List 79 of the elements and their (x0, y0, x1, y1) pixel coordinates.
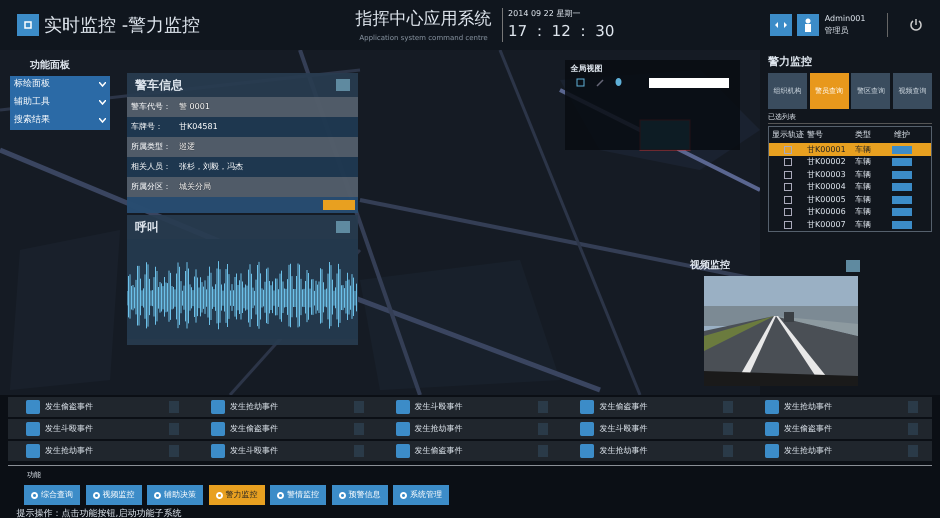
event-text: 发生斗殴事件 (414, 401, 463, 413)
clock-text: 17 ： 12 ： 30 (508, 20, 614, 42)
alert-icon (765, 400, 780, 414)
event-text: 发生抢劫事件 (784, 401, 832, 413)
event-text: 发生抢劫事件 (45, 445, 93, 457)
event-item[interactable]: 发生抢劫事件 (8, 441, 193, 461)
alert-icon (396, 422, 410, 436)
event-item[interactable]: 发生抢劫事件 (192, 397, 378, 417)
detail-icon[interactable] (908, 445, 918, 457)
function-button[interactable]: 综合查询 (24, 485, 80, 506)
event-text: 发生偷盗事件 (414, 445, 463, 457)
detail-icon[interactable] (723, 401, 734, 413)
event-text: 发生斗殴事件 (599, 423, 648, 435)
alert-icon (396, 444, 410, 458)
detail-icon[interactable] (354, 401, 364, 413)
alert-icon (26, 400, 40, 414)
user-role: 管理员 (824, 25, 850, 37)
function-button[interactable]: 视频监控 (86, 485, 142, 506)
detail-icon[interactable] (538, 401, 548, 413)
event-item[interactable]: 发生偷盗事件 (747, 419, 932, 439)
event-item[interactable]: 发生抢劫事件 (562, 441, 748, 461)
event-item[interactable]: 发生斗殴事件 (378, 397, 562, 417)
alert-icon (580, 444, 594, 458)
fullscreen-button[interactable] (770, 14, 792, 36)
detail-icon[interactable] (168, 401, 179, 413)
alert-icon (765, 422, 780, 436)
alert-icon (765, 444, 780, 458)
detail-icon[interactable] (354, 423, 364, 435)
alert-icon (580, 422, 594, 436)
event-item[interactable]: 发生斗殴事件 (192, 441, 378, 461)
user-icon (797, 14, 820, 36)
function-button[interactable]: 警情监控 (270, 485, 326, 506)
alert-icon (210, 400, 225, 414)
event-text: 发生抢劫事件 (784, 445, 832, 457)
detail-icon[interactable] (538, 445, 548, 457)
alert-icon (210, 444, 225, 458)
alert-icon (26, 422, 40, 436)
event-text: 发生斗殴事件 (45, 423, 93, 435)
user-name: Admin001 (824, 13, 866, 25)
function-button[interactable]: 预警信息 (332, 485, 388, 506)
function-button[interactable]: 系统管理 (393, 485, 449, 506)
event-text: 发生偷盗事件 (784, 423, 832, 435)
event-text: 发生抢劫事件 (414, 423, 463, 435)
hint-text: 提示操作：点击功能按钮,启动功能子系统 (16, 508, 182, 518)
detail-icon[interactable] (538, 423, 548, 435)
arrows-icon (774, 22, 787, 28)
event-item[interactable]: 发生斗殴事件 (562, 419, 748, 439)
event-item[interactable]: 发生抢劫事件 (747, 397, 932, 417)
event-text: 发生斗殴事件 (230, 445, 278, 457)
event-text: 发生偷盗事件 (599, 401, 648, 413)
function-button[interactable]: 警力监控 (208, 485, 264, 506)
alert-icon (396, 400, 410, 414)
event-text: 发生抢劫事件 (599, 445, 648, 457)
system-name: 指挥中心应用系统 (356, 8, 492, 31)
detail-icon[interactable] (168, 423, 179, 435)
function-button[interactable]: 辅助决策 (147, 485, 203, 506)
detail-icon[interactable] (168, 445, 179, 457)
event-item[interactable]: 发生抢劫事件 (378, 419, 562, 439)
event-text: 发生偷盗事件 (230, 423, 278, 435)
alert-icon (210, 422, 225, 436)
detail-icon[interactable] (723, 423, 734, 435)
power-icon[interactable] (909, 18, 924, 32)
detail-icon[interactable] (908, 401, 918, 413)
date-text: 2014 09 22 星期一 (508, 8, 582, 20)
event-item[interactable]: 发生偷盗事件 (192, 419, 378, 439)
page-title: 实时监控 -警力监控 (44, 14, 200, 38)
event-text: 发生偷盗事件 (45, 401, 93, 413)
alert-icon (26, 444, 40, 458)
detail-icon[interactable] (908, 423, 918, 435)
alert-icon (580, 400, 594, 414)
event-text: 发生抢劫事件 (230, 401, 278, 413)
event-item[interactable]: 发生偷盗事件 (562, 397, 748, 417)
event-item[interactable]: 发生抢劫事件 (747, 441, 932, 461)
event-item[interactable]: 发生偷盗事件 (378, 441, 562, 461)
logo-icon (16, 14, 38, 36)
detail-icon[interactable] (354, 445, 364, 457)
event-item[interactable]: 发生偷盗事件 (8, 397, 193, 417)
detail-icon[interactable] (723, 445, 734, 457)
event-item[interactable]: 发生斗殴事件 (8, 419, 193, 439)
